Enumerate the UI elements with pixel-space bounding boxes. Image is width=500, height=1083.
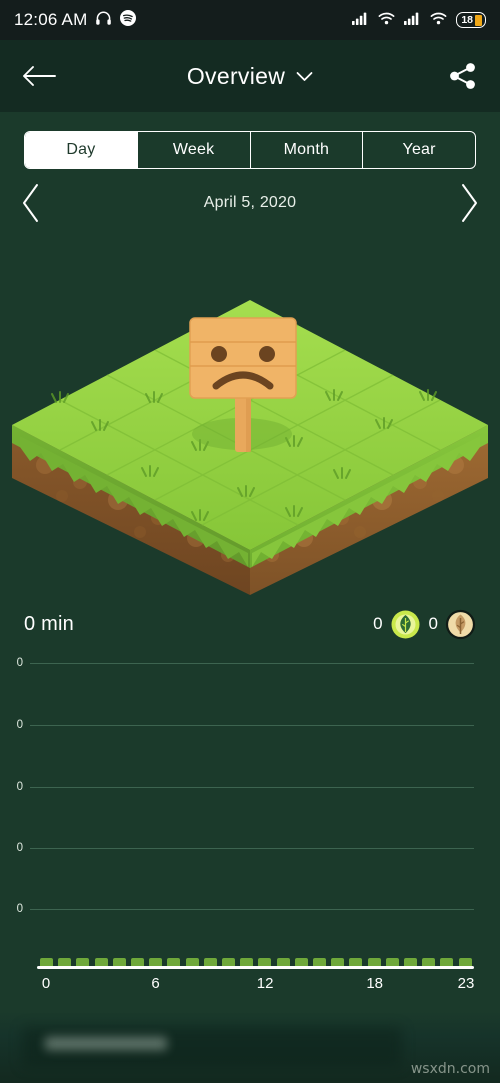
status-bar: 12:06 AM 18 — [0, 0, 500, 40]
leaf-count: 0 — [373, 614, 383, 633]
tab-day[interactable]: Day — [25, 132, 138, 168]
tree-count: 0 — [428, 614, 438, 633]
gridline — [30, 663, 474, 665]
x-axis-line — [37, 966, 474, 969]
period-tabs[interactable]: Day Week Month Year — [24, 131, 476, 169]
status-bar-left: 12:06 AM — [14, 9, 137, 31]
back-button[interactable] — [22, 65, 56, 87]
headphones-icon — [95, 10, 112, 31]
grid-row: 0 — [0, 842, 500, 855]
share-button[interactable] — [448, 62, 478, 90]
battery-charging-icon — [475, 14, 482, 26]
watermark: wsxdn.com — [410, 1061, 490, 1077]
tab-year[interactable]: Year — [363, 132, 475, 168]
x-axis-ticks: 0 6 12 18 23 — [0, 975, 500, 999]
summary-row: 0 min 0 0 — [0, 604, 500, 644]
spotify-icon — [120, 9, 137, 31]
app-header: Overview — [0, 40, 500, 112]
gridline — [30, 787, 474, 789]
prev-date-button[interactable] — [18, 182, 44, 224]
next-date-button[interactable] — [456, 182, 482, 224]
y-axis-tick: 0 — [16, 719, 23, 731]
blurred-text — [45, 1037, 167, 1050]
grid-row: 0 — [0, 657, 500, 670]
x-axis-tick: 12 — [256, 975, 274, 992]
gridline — [30, 725, 474, 727]
tab-week[interactable]: Week — [138, 132, 251, 168]
app-root: 12:06 AM 18 Overview Day Week Month Year… — [0, 0, 500, 1083]
status-bar-right: 18 — [352, 11, 486, 30]
y-axis-tick: 0 — [16, 903, 23, 915]
header-title-group: Overview — [0, 63, 500, 90]
y-axis-tick: 0 — [16, 781, 23, 793]
date-navigator: April 5, 2020 — [0, 182, 500, 224]
gridline — [30, 848, 474, 850]
wifi-icon — [378, 11, 395, 30]
gridline — [30, 909, 474, 911]
grid-row: 0 — [0, 719, 500, 732]
sad-sign-board — [189, 317, 297, 399]
x-axis-tick: 18 — [366, 975, 384, 992]
status-time: 12:06 AM — [14, 10, 88, 29]
grid-row: 0 — [0, 903, 500, 916]
wifi-icon — [430, 11, 447, 30]
x-axis-tick: 23 — [457, 975, 475, 992]
chevron-down-icon[interactable] — [296, 71, 313, 82]
battery-indicator: 18 — [456, 12, 486, 28]
hourly-focus-chart: 0 0 0 0 0 0 6 12 18 23 — [0, 650, 500, 995]
x-axis-tick: 0 — [41, 975, 51, 992]
battery-level: 18 — [461, 13, 473, 26]
y-axis-tick: 0 — [16, 842, 23, 854]
stat-leaf: 0 — [373, 609, 420, 640]
leaf-badge-icon — [390, 609, 421, 640]
grid-row: 0 — [0, 781, 500, 794]
tree-coin-badge-icon — [445, 609, 476, 640]
page-title: Overview — [186, 62, 286, 89]
tab-month[interactable]: Month — [251, 132, 364, 168]
signal-bars-icon — [404, 11, 421, 30]
footer-blurred-region: wsxdn.com — [0, 1011, 500, 1083]
stat-tree: 0 — [429, 609, 476, 640]
total-focus-time: 0 min — [24, 612, 74, 635]
current-date-label: April 5, 2020 — [203, 194, 297, 211]
summary-stats: 0 0 — [373, 609, 476, 640]
y-axis-tick: 0 — [16, 657, 23, 669]
signal-bars-icon — [352, 11, 369, 30]
empty-plot-illustration — [0, 250, 500, 595]
x-axis-tick: 6 — [151, 975, 160, 992]
